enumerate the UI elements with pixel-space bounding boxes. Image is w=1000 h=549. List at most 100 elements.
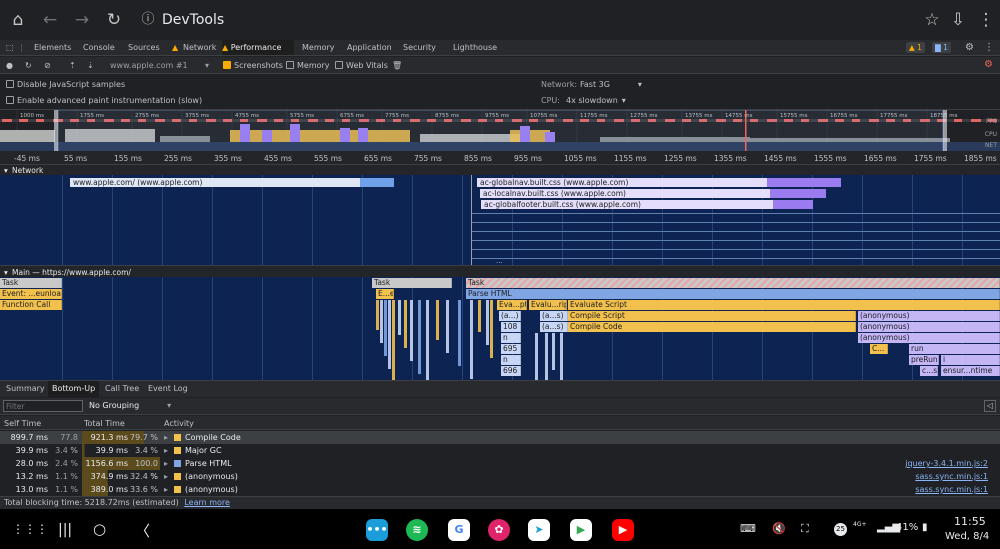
- flame-call-sliver[interactable]: [418, 300, 421, 374]
- flame-event[interactable]: Event: ...eunload: [0, 289, 62, 299]
- network-request[interactable]: ac-globalnav.built.css (www.apple.com): [477, 178, 767, 187]
- flame-function[interactable]: 695: [501, 344, 521, 354]
- reload-icon[interactable]: ↻: [104, 10, 124, 30]
- info-icon[interactable]: ⓘ: [138, 10, 158, 30]
- spotify-app-icon[interactable]: ≋: [406, 519, 428, 541]
- flame-call-sliver[interactable]: [470, 300, 473, 379]
- flame-function[interactable]: (a...): [499, 311, 521, 321]
- tab-console[interactable]: Console: [83, 40, 115, 55]
- tab-performance[interactable]: ▲ Performance: [222, 40, 294, 55]
- flame-call-sliver[interactable]: [560, 333, 563, 380]
- flame-evaluate-script[interactable]: Evaluate Script: [568, 300, 1000, 310]
- table-row[interactable]: 13.2 ms 1.1 % 374.9 ms 32.4 % ▸ (anonymo…: [0, 470, 1000, 483]
- capture-settings-icon[interactable]: ⚙: [984, 58, 993, 71]
- flame-task[interactable]: Task: [466, 278, 1000, 288]
- flame-function[interactable]: c...s: [920, 366, 938, 376]
- flame-call-sliver[interactable]: [392, 300, 395, 380]
- tab-elements[interactable]: Elements: [34, 40, 71, 55]
- flame-call-sliver[interactable]: [490, 300, 493, 358]
- notification-count[interactable]: 25: [834, 523, 847, 536]
- paint-instrumentation-checkbox[interactable]: Enable advanced paint instrumentation (s…: [6, 96, 202, 105]
- network-request[interactable]: ac-localnav.built.css (www.apple.com): [480, 189, 770, 198]
- flame-call-sliver[interactable]: [410, 300, 413, 361]
- sidebar-toggle-icon[interactable]: ◁: [983, 400, 996, 412]
- tab-bottom-up[interactable]: Bottom-Up: [48, 381, 100, 397]
- flame-call-sliver[interactable]: [535, 333, 538, 380]
- flame-parse-html[interactable]: Parse HTML: [466, 289, 1000, 299]
- flame-event[interactable]: E...e: [376, 289, 394, 299]
- more-icon[interactable]: ⋮: [984, 40, 994, 55]
- learn-more-link[interactable]: Learn more: [184, 498, 230, 507]
- table-row[interactable]: 28.0 ms 2.4 % 1156.6 ms 100.0 % ▸ Parse …: [0, 457, 1000, 481]
- flame-call-sliver[interactable]: [458, 300, 461, 366]
- tab-event-log[interactable]: Event Log: [144, 381, 192, 397]
- column-activity[interactable]: Activity: [164, 419, 194, 428]
- apps-grid-icon[interactable]: ⋮⋮⋮: [12, 522, 48, 536]
- network-throttle-select[interactable]: Fast 3G ▾: [580, 80, 642, 89]
- mute-icon[interactable]: 🔇: [772, 522, 786, 535]
- flame-call-sliver[interactable]: [552, 333, 555, 370]
- flame-call-sliver[interactable]: [388, 300, 391, 369]
- messages-app-icon[interactable]: •••: [366, 519, 388, 541]
- more-icon[interactable]: ⋮: [976, 10, 996, 30]
- flame-call-sliver[interactable]: [398, 300, 401, 335]
- expand-arrow-icon[interactable]: ▸: [164, 444, 168, 457]
- flame-function[interactable]: (a...s): [540, 311, 568, 321]
- screenshots-checkbox[interactable]: Screenshots: [223, 59, 283, 72]
- expand-arrow-icon[interactable]: ▸: [164, 431, 168, 444]
- tab-call-tree[interactable]: Call Tree: [101, 381, 143, 397]
- flame-call-sliver[interactable]: [486, 300, 489, 345]
- inspect-icon[interactable]: ⬚: [6, 40, 14, 55]
- flame-function[interactable]: ensur...ntime: [941, 366, 1000, 376]
- column-total-time[interactable]: Total Time: [84, 419, 125, 428]
- network-request[interactable]: ac-globalfooter.built.css (www.apple.com…: [481, 200, 773, 209]
- network-request[interactable]: www.apple.com/ (www.apple.com): [70, 178, 360, 187]
- cpu-throttle-select[interactable]: 4x slowdown ▾: [566, 96, 626, 105]
- play-store-app-icon[interactable]: ▶: [570, 519, 592, 541]
- trash-icon[interactable]: 🗑: [392, 59, 402, 72]
- flame-call-sliver[interactable]: [384, 300, 387, 356]
- flame-function[interactable]: 108: [501, 322, 521, 332]
- table-row[interactable]: 899.7 ms 77.8 % 921.3 ms 79.7 % ▸ Compil…: [0, 431, 1000, 455]
- flower-app-icon[interactable]: ✿: [488, 519, 510, 541]
- messages-badge[interactable]: ▇ 1: [932, 42, 951, 53]
- youtube-app-icon[interactable]: ▶: [612, 519, 634, 541]
- filter-input[interactable]: [3, 400, 83, 412]
- flame-function-call[interactable]: Function Call: [0, 300, 62, 310]
- flame-function[interactable]: n: [501, 355, 521, 365]
- warnings-badge[interactable]: ▲ 1: [906, 42, 925, 53]
- record-icon[interactable]: ●: [6, 59, 13, 72]
- flame-call-sliver[interactable]: [545, 333, 548, 380]
- recents-icon[interactable]: |||: [58, 522, 72, 538]
- expand-arrow-icon[interactable]: ▸: [164, 470, 168, 483]
- profile-select[interactable]: www.apple.com #1: [110, 59, 188, 72]
- tab-security[interactable]: Security: [403, 40, 436, 55]
- grouping-select[interactable]: No Grouping ▾: [89, 401, 171, 410]
- source-link[interactable]: sass.sync.min.js:1: [915, 483, 988, 496]
- flame-call-sliver[interactable]: [478, 300, 481, 332]
- source-link[interactable]: jquery-3.4.1.min.js:2: [905, 457, 988, 470]
- flame-function[interactable]: 696: [501, 366, 521, 376]
- tab-sources[interactable]: Sources: [128, 40, 160, 55]
- flame-call-sliver[interactable]: [426, 300, 429, 380]
- main-track-header[interactable]: ▾ Main — https://www.apple.com/: [0, 265, 1000, 277]
- tab-network[interactable]: Network: [183, 40, 216, 55]
- flame-function[interactable]: (anonymous): [858, 311, 1000, 321]
- forward-icon[interactable]: →: [72, 10, 92, 30]
- flame-evaluate-script[interactable]: Evalu...ript: [529, 300, 567, 310]
- flame-function[interactable]: run: [909, 344, 1000, 354]
- screen-capture-icon[interactable]: ⛶: [801, 522, 809, 536]
- flame-function[interactable]: (anonymous): [858, 322, 1000, 332]
- main-thread-flamechart[interactable]: Task Task Task Event: ...eunload E...e P…: [0, 277, 1000, 380]
- timeline-overview[interactable]: 1000 ms1755 ms2755 ms3755 ms4755 ms5755 …: [0, 109, 1000, 152]
- flame-compile-code[interactable]: Compile Code: [568, 322, 856, 332]
- table-row[interactable]: 13.0 ms 1.1 % 389.0 ms 33.6 % ▸ (anonymo…: [0, 483, 1000, 496]
- clear-icon[interactable]: ⊘: [44, 59, 51, 72]
- flame-function[interactable]: (anonymous): [858, 333, 1000, 343]
- flame-function[interactable]: n: [501, 333, 521, 343]
- keyboard-icon[interactable]: ⌨: [740, 522, 756, 535]
- network-track-header[interactable]: ▾ Network: [0, 165, 1000, 175]
- flame-function[interactable]: preRun: [909, 355, 939, 365]
- maps-app-icon[interactable]: ➤: [528, 519, 550, 541]
- back-icon[interactable]: ←: [40, 10, 60, 30]
